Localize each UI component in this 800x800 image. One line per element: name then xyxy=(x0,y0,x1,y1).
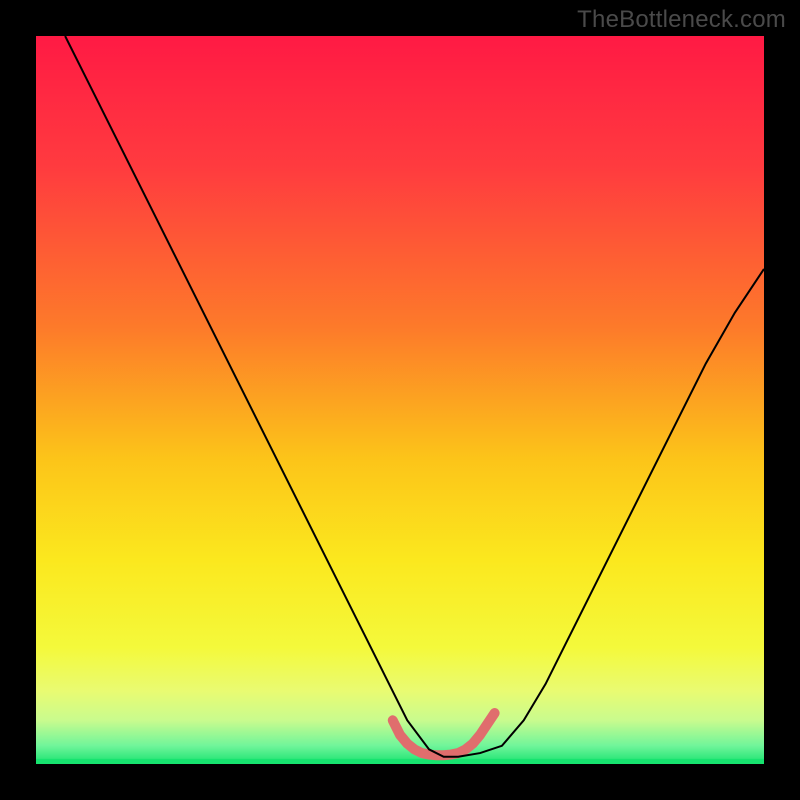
plot-area xyxy=(36,36,764,764)
bottleneck-chart xyxy=(36,36,764,764)
watermark-text: TheBottleneck.com xyxy=(577,6,786,34)
app-frame: TheBottleneck.com xyxy=(0,0,800,800)
gradient-background xyxy=(36,36,764,764)
